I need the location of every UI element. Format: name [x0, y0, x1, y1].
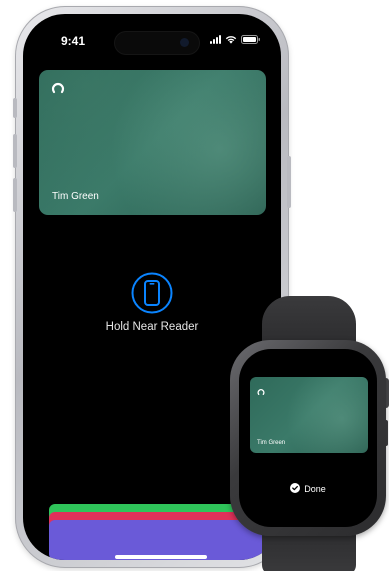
watch-screen: Tim Green Done: [239, 349, 377, 527]
checkmark-icon: [290, 480, 301, 498]
watch-cardholder-name: Tim Green: [257, 440, 286, 446]
volume-down-button: [13, 178, 17, 212]
done-status: Done: [239, 480, 377, 498]
status-time: 9:41: [61, 34, 86, 48]
status-bar: 9:41: [23, 32, 281, 54]
power-button: [287, 156, 291, 208]
status-icons: [210, 35, 261, 44]
hold-near-reader-label: Hold Near Reader: [105, 321, 199, 333]
card-logo-icon: [51, 81, 65, 100]
dynamic-island: [115, 32, 199, 54]
wifi-icon: [225, 35, 237, 44]
battery-icon: [241, 35, 261, 44]
front-camera: [180, 38, 189, 47]
action-button: [13, 98, 17, 118]
watch-payment-card[interactable]: Tim Green: [250, 377, 368, 453]
payment-card[interactable]: Tim Green: [39, 70, 266, 215]
phone-reader-icon: [131, 272, 173, 314]
volume-up-button: [13, 134, 17, 168]
scene: 9:41 Tim Green Hold Near Reader Tim Gree…: [0, 0, 389, 571]
done-label: Done: [304, 484, 326, 494]
apple-watch-device: Tim Green Done: [230, 340, 386, 536]
cardholder-name: Tim Green: [52, 191, 99, 202]
card-logo-icon: [257, 383, 265, 401]
signal-icon: [210, 35, 221, 44]
home-indicator[interactable]: [115, 555, 207, 559]
